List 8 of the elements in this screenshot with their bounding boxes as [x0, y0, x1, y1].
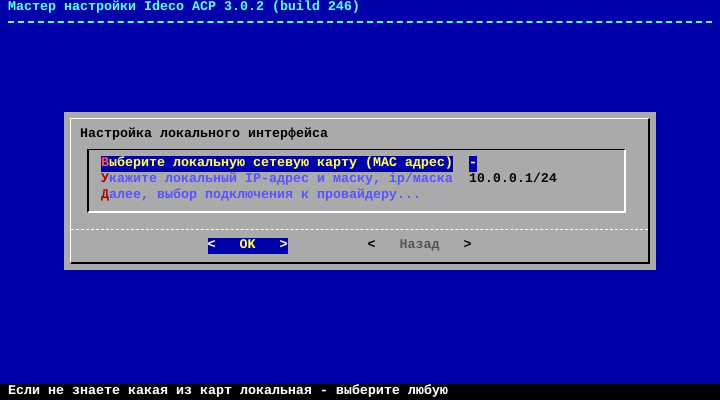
dialog-title: Настройка локального интерфейса: [79, 126, 328, 143]
status-bar: Если не знаете какая из карт локальная - выберите любую: [0, 384, 720, 400]
menu-item-value: -: [468, 156, 477, 172]
dialog-button[interactable]: < OK >: [208, 238, 288, 254]
menu-item-value: 10.0.0.1/24: [468, 172, 557, 188]
window-title: Мастер настройки Ideco ACP 3.0.2 (build 246): [7, 0, 361, 16]
dialog-button[interactable]: < Назад >: [368, 238, 472, 254]
menu-item[interactable]: Выберите локальную сетевую карту (MAC адрес): [101, 156, 453, 172]
